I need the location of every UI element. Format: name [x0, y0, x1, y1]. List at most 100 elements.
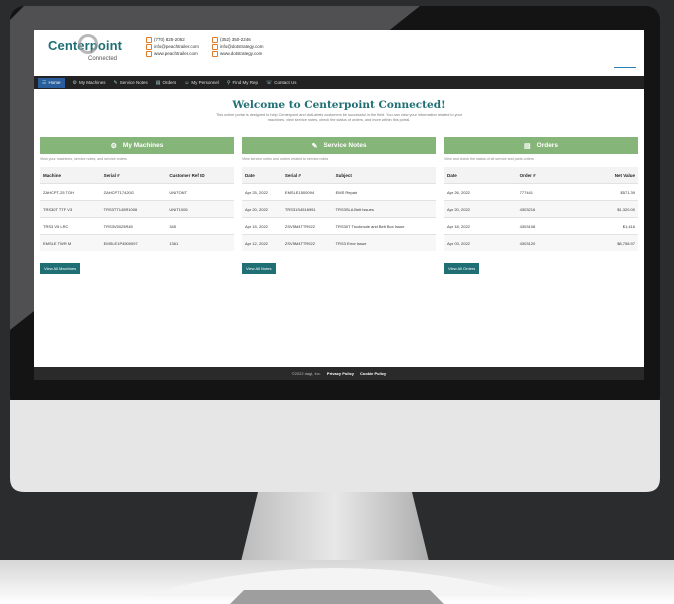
table-cell: EMS Repair	[332, 183, 436, 201]
orders-header[interactable]: ▤ Orders	[444, 137, 638, 154]
table-row[interactable]: TRS30T TTF V3 TRS3TT145R1006 UNIT1006	[40, 200, 234, 218]
view-all-orders-button[interactable]: View All Orders	[444, 263, 480, 274]
web-row: www.peachtrailer.com	[146, 50, 199, 57]
contact-block-right: (352) 350-2246 info@dotstrategy.com www.…	[212, 36, 264, 57]
table-cell: ZSV5M4TTR922	[281, 234, 333, 251]
machines-panel: ⚙ My Machines View your machines, service…	[40, 137, 234, 275]
column-header: Date	[242, 167, 282, 184]
table-header-row: Machine Serial # Customer Ref ID	[40, 167, 234, 184]
service-notes-header[interactable]: ✎ Service Notes	[242, 137, 436, 154]
cookie-policy-link[interactable]: Cookie Policy	[360, 371, 386, 376]
table-row[interactable]: Apr 18, 2022 4303108 $1,416	[444, 217, 638, 235]
logo-sub: Connected	[88, 56, 118, 62]
table-cell: $8,758.97	[571, 234, 638, 251]
rep-icon: ⚲	[226, 79, 231, 86]
machines-icon: ⚙	[72, 79, 77, 86]
table-row[interactable]: Apr 20, 2022 TRS31S4516991 TRS3SLA Belt Is…	[242, 200, 436, 218]
table-header-row: Date Order # Net Value	[444, 167, 638, 184]
view-all-machines-button[interactable]: View All Machines	[40, 263, 81, 274]
table-cell: 1361	[166, 234, 234, 251]
home-icon: ☰	[42, 79, 47, 86]
site-header: Centerpoint Connected (770) 825-2062 inf…	[34, 30, 644, 76]
table-row[interactable]: Apr 25, 2022 EMSLE1500094 EMS Repair	[242, 183, 436, 201]
table-cell: EMSLE1P4500097	[100, 234, 167, 251]
column-header: Net Value	[571, 167, 638, 184]
web-left[interactable]: www.peachtrailer.com	[154, 51, 198, 56]
panel-title: Service Notes	[323, 142, 367, 149]
view-all-notes-button[interactable]: View All Notes	[242, 263, 276, 274]
email-left[interactable]: info@peachtrailer.com	[154, 44, 199, 49]
nav-label: Home	[48, 80, 61, 85]
column-header: Order #	[516, 167, 572, 184]
email-row: info@peachtrailer.com	[146, 43, 199, 50]
orders-panel: ▤ Orders View and check the status of all…	[444, 137, 638, 275]
nav-my-personnel[interactable]: ☺ My Personnel	[184, 80, 219, 86]
table-cell: TRS30T TTF V3	[40, 200, 101, 218]
table-row[interactable]: Apr 12, 2022 ZSV5M4TTR922 TRS3 Error Issue	[242, 234, 436, 251]
column-header: Serial #	[281, 167, 333, 184]
welcome-text: This online portal is designed to help C…	[215, 113, 463, 122]
phone-row: (352) 350-2246	[212, 36, 264, 43]
email-right[interactable]: info@dotstrategy.com	[220, 44, 264, 49]
table-cell: $1,320.00	[571, 200, 638, 218]
table-row[interactable]: Apr 26, 2022 777441 $571.39	[444, 183, 638, 201]
table-cell: 4303108	[516, 217, 572, 235]
table-cell: ZSV5M4TTR922	[281, 217, 333, 235]
table-cell: Apr 20, 2022	[242, 200, 282, 218]
table-row[interactable]: Apr 20, 2022 4303216 $1,320.00	[444, 200, 638, 218]
machines-header[interactable]: ⚙ My Machines	[40, 137, 234, 154]
table-cell: TRS3 V5 LRC	[40, 217, 101, 235]
nav-orders[interactable]: ▤ Orders	[156, 80, 177, 86]
table-row[interactable]: EMSLE TWR M EMSLE1P4500097 1361	[40, 234, 234, 251]
nav-service-notes[interactable]: ✎ Service Notes	[114, 80, 148, 86]
table-row[interactable]: Apr 03, 2022 4303120 $8,758.97	[444, 234, 638, 251]
table-cell: EMSLE TWR M	[40, 234, 101, 251]
nav-label: My Personnel	[191, 80, 219, 85]
table-cell: 777441	[516, 183, 572, 201]
page-title: Welcome to Centerpoint Connected!	[232, 99, 446, 111]
column-header: Date	[444, 167, 517, 184]
orders-icon: ▤	[155, 79, 161, 86]
column-header: Customer Ref ID	[166, 167, 234, 184]
web-icon	[146, 50, 152, 57]
table-row[interactable]: Apr 15, 2022 ZSV5M4TTR922 TRS30T Truckmule…	[242, 217, 436, 235]
table-cell: ZAHCPT-25 TOH	[40, 183, 101, 201]
table-cell: TRS3TT145R1006	[100, 200, 167, 218]
table-cell: ZAHCPT17420G	[100, 183, 167, 201]
service-notes-table: Date Serial # Subject Apr 25, 2022 EMSLE1…	[242, 167, 436, 251]
dashboard-columns: ⚙ My Machines View your machines, service…	[34, 137, 644, 275]
machine-icon: ⚙	[110, 142, 117, 150]
gear-logo-icon	[78, 34, 98, 54]
privacy-policy-link[interactable]: Privacy Policy	[327, 371, 354, 376]
site-footer: ©2022 dagi, Inc. Privacy Policy Cookie P…	[34, 367, 644, 380]
table-cell: TRS31S4516991	[281, 200, 333, 218]
table-cell: Apr 03, 2022	[444, 234, 517, 251]
phone-icon	[212, 36, 218, 43]
table-header-row: Date Serial # Subject	[242, 167, 436, 184]
nav-contact-us[interactable]: ☏ Contact Us	[266, 80, 297, 86]
phone-right[interactable]: (352) 350-2246	[220, 37, 251, 42]
table-cell: 4303216	[516, 200, 572, 218]
phone-icon	[146, 36, 152, 43]
wrench-icon: ✎	[311, 142, 318, 150]
web-right[interactable]: www.dotstrategy.com	[220, 51, 262, 56]
nav-find-my-rep[interactable]: ⚲ Find My Rep	[227, 80, 258, 86]
phone-left[interactable]: (770) 825-2062	[154, 37, 185, 42]
column-header: Subject	[332, 167, 436, 184]
header-accent-line	[614, 67, 636, 68]
panel-title: Orders	[536, 142, 558, 149]
table-cell: 4303120	[516, 234, 572, 251]
table-cell: 345	[166, 217, 234, 235]
panel-title: My Machines	[122, 142, 164, 149]
nav-label: Contact Us	[274, 80, 297, 85]
phone-row: (770) 825-2062	[146, 36, 199, 43]
table-row[interactable]: TRS3 V5 LRC TRS3V5025R45 345	[40, 217, 234, 235]
table-cell: Apr 15, 2022	[242, 217, 282, 235]
table-row[interactable]: ZAHCPT-25 TOH ZAHCPT17420G UNITONT	[40, 183, 234, 201]
nav-home[interactable]: ☰ Home	[38, 77, 65, 88]
panel-description: View service notes and orders related to…	[242, 157, 329, 161]
nav-label: Service Notes	[119, 80, 148, 85]
welcome-section: Welcome to Centerpoint Connected! This o…	[34, 99, 644, 123]
logo[interactable]: Centerpoint Connected	[48, 34, 122, 62]
nav-my-machines[interactable]: ⚙ My Machines	[73, 80, 106, 86]
